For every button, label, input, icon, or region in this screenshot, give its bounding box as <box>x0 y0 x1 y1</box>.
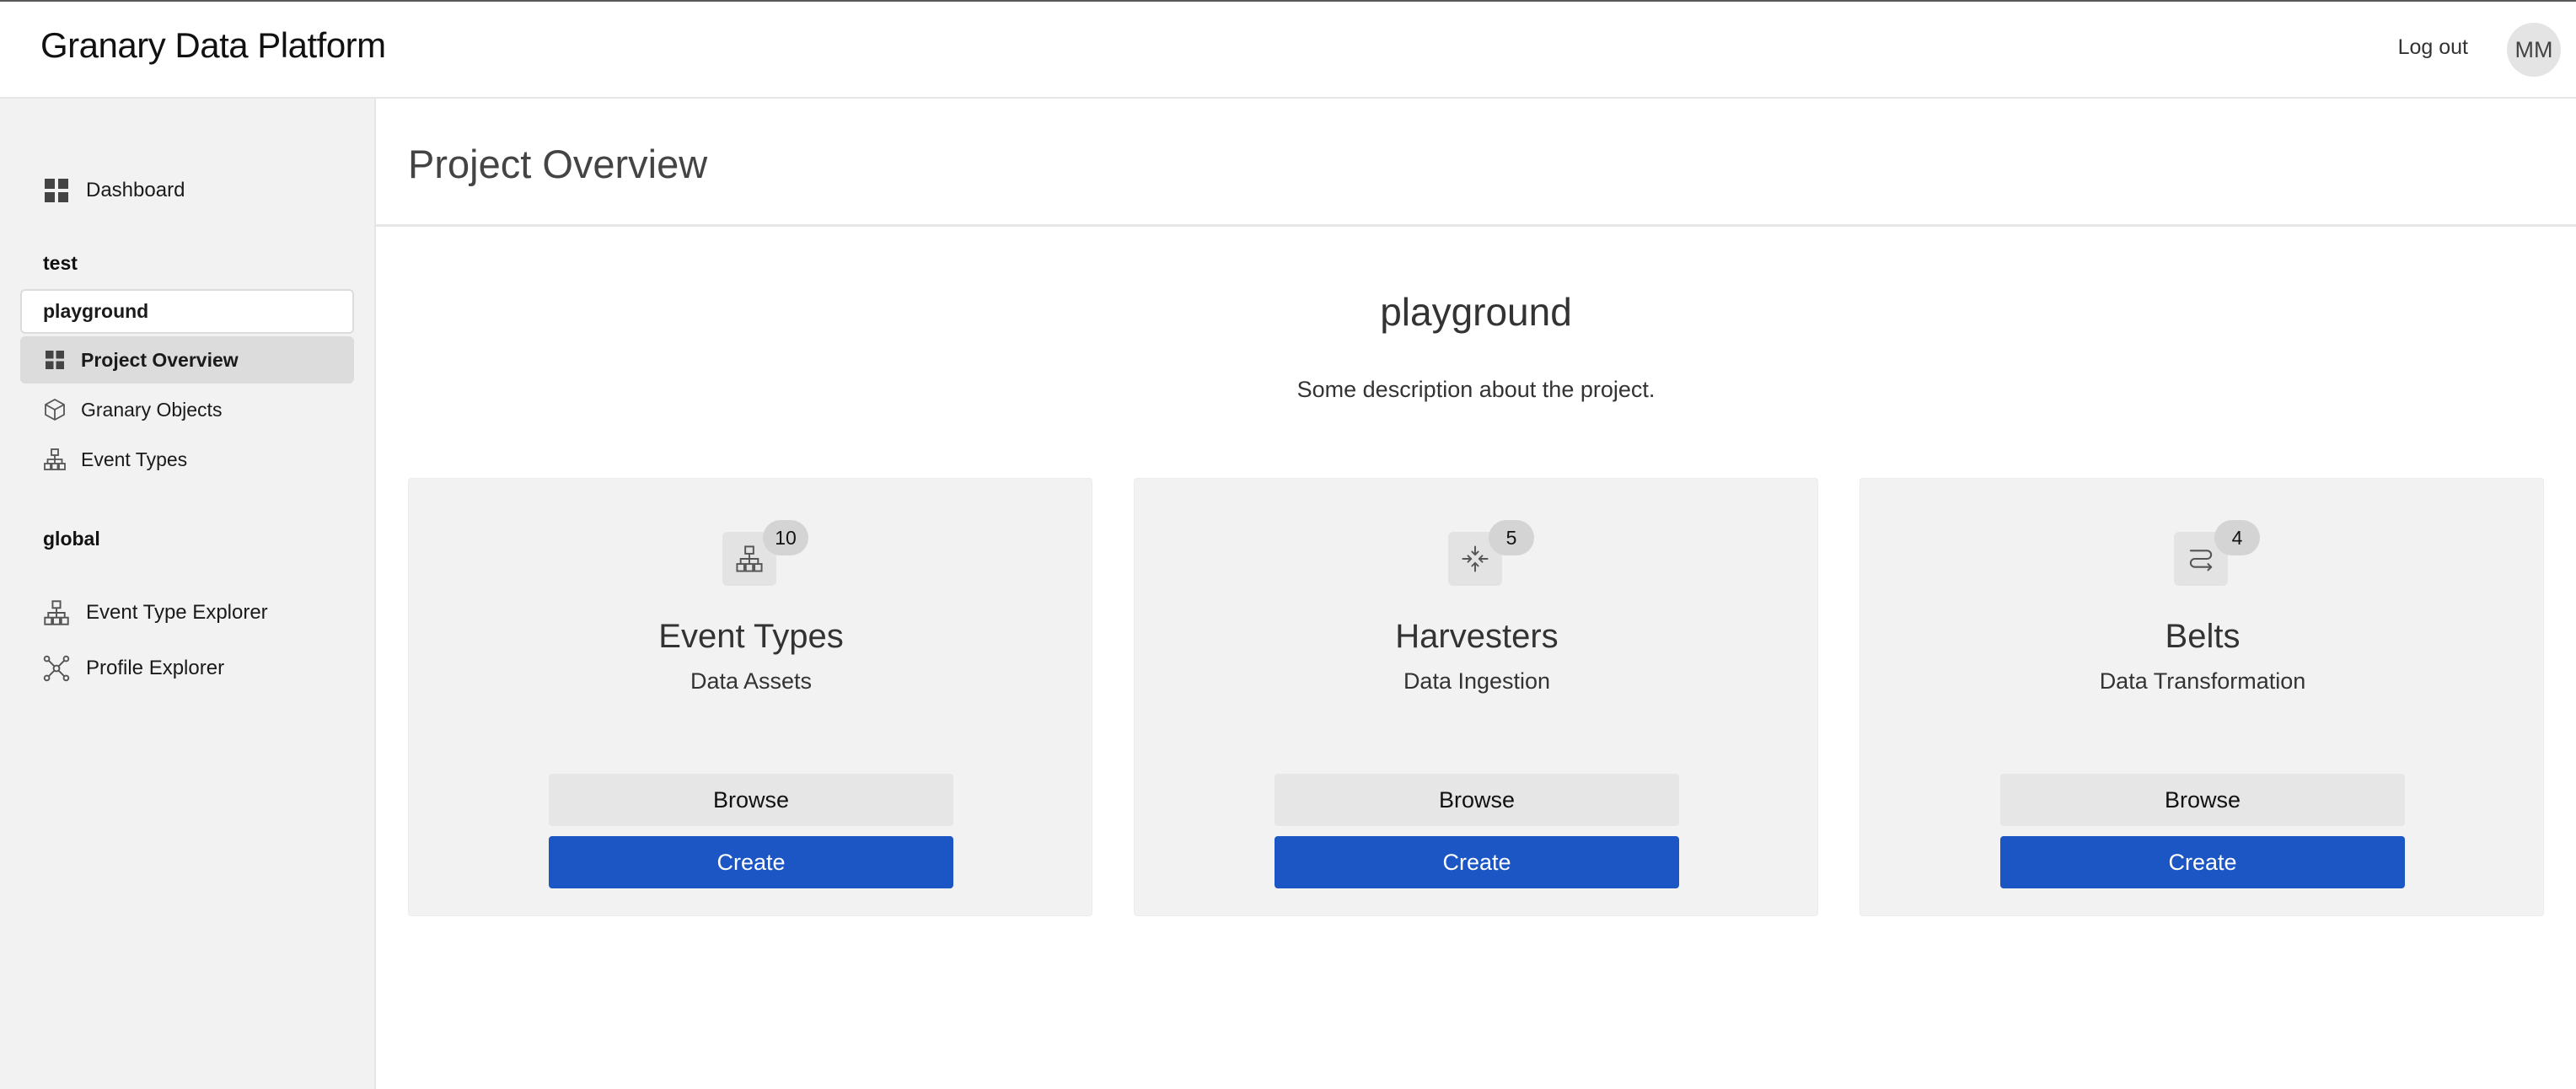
sidebar-item-project-overview[interactable]: Project Overview <box>20 336 354 384</box>
card-harvesters: 5 Harvesters Data Ingestion Browse Creat… <box>1134 478 1818 916</box>
browse-button[interactable]: Browse <box>1275 774 1679 826</box>
grid-icon <box>42 176 71 205</box>
group-heading-test: test <box>43 252 78 274</box>
sidebar-item-label: Event Types <box>81 448 188 470</box>
group-heading-global: global <box>43 528 100 550</box>
create-button[interactable]: Create <box>2000 836 2405 888</box>
sidebar-item-event-type-explorer[interactable]: Event Type Explorer <box>20 589 354 636</box>
count-badge: 5 <box>1489 520 1534 555</box>
count-badge: 4 <box>2214 520 2260 555</box>
sidebar-item-dashboard[interactable]: Dashboard <box>20 167 354 214</box>
sidebar: Dashboard test playground Project Overvi… <box>0 99 376 1089</box>
card-event-types: 10 Event Types Data Assets Browse Create <box>408 478 1092 916</box>
network-icon <box>42 654 71 683</box>
avatar[interactable]: MM <box>2507 23 2561 77</box>
create-button[interactable]: Create <box>1275 836 1679 888</box>
page-title: Project Overview <box>408 142 708 186</box>
main-content: Project Overview playground Some descrip… <box>376 99 2576 1089</box>
card-belts: 4 Belts Data Transformation Browse Creat… <box>1860 478 2544 916</box>
top-bar: Granary Data Platform Log out MM <box>0 0 2576 99</box>
project-name: playground <box>1380 290 1572 334</box>
card-title: Belts <box>2165 618 2241 655</box>
card-subtitle: Data Transformation <box>2099 668 2306 694</box>
grid-icon <box>40 346 69 374</box>
sidebar-item-label: Dashboard <box>86 179 185 201</box>
card-subtitle: Data Ingestion <box>1403 668 1551 694</box>
sidebar-item-label: Profile Explorer <box>86 657 225 679</box>
sidebar-item-event-types[interactable]: Event Types <box>20 436 354 483</box>
card-title: Event Types <box>658 618 844 655</box>
app-title[interactable]: Granary Data Platform <box>40 25 386 66</box>
hierarchy-icon <box>42 598 71 627</box>
sidebar-item-label: Project Overview <box>81 348 239 371</box>
count-badge: 10 <box>763 520 808 555</box>
browse-button[interactable]: Browse <box>2000 774 2405 826</box>
project-description: Some description about the project. <box>1296 377 1656 402</box>
project-selector[interactable]: playground <box>20 289 354 334</box>
sidebar-item-profile-explorer[interactable]: Profile Explorer <box>20 645 354 692</box>
sidebar-item-granary-objects[interactable]: Granary Objects <box>20 386 354 433</box>
hierarchy-icon <box>40 445 69 474</box>
cube-icon <box>40 395 69 424</box>
sidebar-item-label: Event Type Explorer <box>86 601 268 624</box>
page-header: Project Overview <box>376 99 2576 227</box>
card-subtitle: Data Assets <box>690 668 813 694</box>
browse-button[interactable]: Browse <box>549 774 953 826</box>
create-button[interactable]: Create <box>549 836 953 888</box>
card-title: Harvesters <box>1395 618 1559 655</box>
sidebar-item-label: Granary Objects <box>81 398 223 421</box>
logout-link[interactable]: Log out <box>2398 35 2468 60</box>
